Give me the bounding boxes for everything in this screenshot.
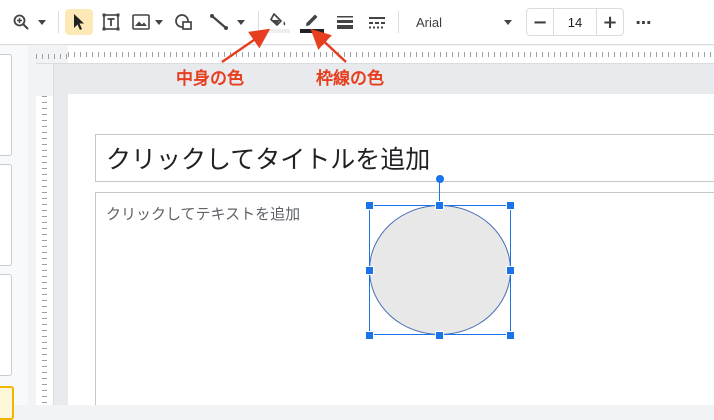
resize-handle-left[interactable]	[365, 266, 374, 275]
resize-handle-top[interactable]	[435, 201, 444, 210]
border-dash-button[interactable]	[364, 9, 390, 35]
text-box-button[interactable]	[98, 9, 124, 35]
line-button[interactable]	[204, 9, 250, 35]
toolbar: Arial − 14 + ⋯	[0, 0, 714, 45]
zoom-button[interactable]	[6, 9, 52, 35]
chevron-down-icon	[154, 19, 163, 25]
line-icon	[210, 14, 228, 30]
resize-handle-bottom[interactable]	[435, 331, 444, 340]
chevron-down-icon	[38, 19, 46, 25]
fill-color-annotation: 中身の色	[176, 69, 244, 89]
chevron-down-icon	[237, 19, 245, 25]
font-size-input[interactable]: 14	[553, 9, 597, 35]
slide-thumbnail[interactable]	[0, 54, 12, 156]
text-box-icon	[102, 13, 120, 31]
decrease-font-size-button[interactable]: −	[527, 9, 553, 35]
vertical-ruler	[36, 64, 54, 405]
image-button[interactable]	[128, 9, 166, 35]
zoom-icon	[13, 14, 29, 30]
border-weight-icon	[337, 16, 353, 29]
increase-font-size-button[interactable]: +	[597, 9, 623, 35]
border-color-annotation: 枠線の色	[316, 69, 384, 89]
select-button[interactable]	[65, 9, 93, 35]
toolbar-divider	[398, 11, 399, 33]
selection-box	[369, 205, 511, 335]
resize-handle-bottom-left[interactable]	[365, 331, 374, 340]
slide-thumbnail-selected[interactable]	[0, 386, 14, 420]
chevron-down-icon	[504, 19, 512, 25]
toolbar-divider	[58, 11, 59, 33]
title-placeholder[interactable]: クリックしてタイトルを追加	[95, 134, 714, 182]
shape-icon	[175, 14, 192, 30]
font-family-select[interactable]: Arial	[408, 9, 520, 35]
slide-thumbnail[interactable]	[0, 164, 12, 266]
font-family-value: Arial	[416, 14, 443, 30]
toolbar-divider	[258, 11, 259, 33]
border-weight-button[interactable]	[332, 9, 358, 35]
resize-handle-right[interactable]	[506, 266, 515, 275]
fill-color-button[interactable]	[264, 9, 294, 35]
more-options-button[interactable]: ⋯	[634, 9, 654, 35]
select-pointer-icon	[74, 14, 84, 30]
shape-button[interactable]	[170, 9, 198, 35]
border-color-swatch	[300, 28, 324, 33]
resize-handle-top-right[interactable]	[506, 201, 515, 210]
border-color-button[interactable]	[298, 9, 326, 35]
fill-color-swatch	[268, 28, 290, 33]
rotation-handle[interactable]	[436, 175, 444, 183]
fill-color-icon	[270, 12, 286, 26]
resize-handle-bottom-right[interactable]	[506, 331, 515, 340]
slide-thumbnail[interactable]	[0, 274, 12, 376]
slide-filmstrip	[0, 46, 28, 420]
resize-handle-top-left[interactable]	[365, 201, 374, 210]
horizontal-ruler	[36, 46, 714, 64]
border-dash-icon	[369, 17, 385, 29]
font-size-stepper[interactable]: − 14 +	[526, 8, 624, 36]
image-icon	[131, 14, 150, 30]
border-color-icon	[306, 14, 318, 26]
